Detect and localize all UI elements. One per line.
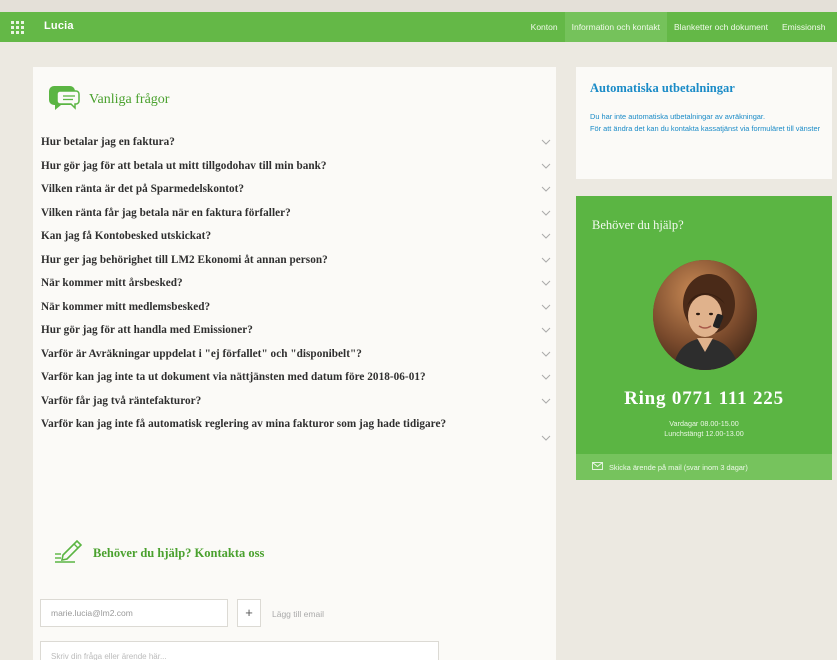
faq-title: Vanliga frågor (89, 92, 170, 107)
faq-question: Hur ger jag behörighet till LM2 Ekonomi … (41, 253, 328, 266)
faq-question: Varför kan jag inte ta ut dokument via n… (41, 371, 426, 383)
faq-question: Vilken ränta är det på Sparmedelskontot? (41, 183, 245, 195)
chevron-down-icon (541, 138, 551, 146)
nav-item-emissioner[interactable]: Emissionsh (775, 12, 837, 42)
chevron-down-icon (541, 326, 551, 334)
faq-question: Hur gör jag för att handla med Emissione… (41, 324, 253, 336)
avatar (653, 260, 757, 370)
chevron-down-icon (541, 162, 551, 170)
chevron-down-icon (541, 232, 551, 240)
send-mail-link[interactable]: Skicka ärende på mail (svar inom 3 dagar… (576, 454, 832, 480)
faq-item[interactable]: När kommer mitt medlemsbesked? (41, 298, 553, 322)
faq-question: När kommer mitt årsbesked? (41, 277, 183, 289)
chevron-down-icon (541, 397, 551, 405)
auto-payouts-line1: Du har inte automatiska utbetalningar av… (590, 112, 766, 121)
faq-question: Hur gör jag för att betala ut mitt tillg… (41, 159, 327, 172)
send-mail-label: Skicka ärende på mail (svar inom 3 dagar… (609, 462, 748, 472)
faq-item[interactable]: Hur ger jag behörighet till LM2 Ekonomi … (41, 251, 553, 275)
faq-question: Varför får jag två räntefakturor? (41, 394, 202, 407)
nav-item-konton[interactable]: Konton (524, 12, 565, 42)
faq-question: Varför är Avräkningar uppdelat i "ej för… (41, 347, 362, 360)
chevron-down-icon (541, 350, 551, 358)
grid-icon[interactable] (11, 21, 24, 34)
top-strip (0, 0, 837, 12)
faq-item[interactable]: Varför kan jag inte få automatisk regler… (41, 415, 553, 445)
add-email-link[interactable]: Lägg till email (272, 609, 324, 619)
nav-item-information[interactable]: Information och kontakt (564, 12, 667, 42)
chevron-down-icon (541, 256, 551, 264)
faq-item[interactable]: Hur gör jag för att betala ut mitt tillg… (41, 157, 553, 181)
top-navbar: Lucia Konton Information och kontakt Bla… (0, 12, 837, 42)
faq-question: Hur betalar jag en faktura? (41, 136, 175, 148)
auto-payouts-line2: För att ändra det kan du kontakta kassat… (590, 124, 821, 133)
pencil-icon (53, 537, 83, 570)
faq-question: Varför kan jag inte få automatisk regler… (41, 418, 447, 430)
chevron-down-icon (541, 279, 551, 287)
nav-menu: Konton Information och kontakt Blankette… (524, 12, 837, 42)
email-field[interactable]: marie.lucia@lm2.com (40, 599, 228, 627)
auto-payouts-title: Automatiska utbetalningar (590, 81, 735, 95)
question-textarea[interactable]: Skriv din fråga eller ärende här... (40, 641, 439, 660)
chevron-down-icon (541, 303, 551, 311)
faq-item[interactable]: Kan jag få Kontobesked utskickat? (41, 227, 553, 251)
contact-header: Behöver du hjälp? Kontakta oss (53, 537, 264, 569)
chevron-down-icon (541, 373, 551, 381)
brand-name[interactable]: Lucia (44, 20, 74, 32)
faq-question: Vilken ränta får jag betala när en faktu… (41, 206, 291, 219)
speech-bubble-icon (47, 83, 81, 118)
faq-item[interactable]: Varför är Avräkningar uppdelat i "ej för… (41, 345, 553, 369)
faq-item[interactable]: Vilken ränta får jag betala när en faktu… (41, 204, 553, 228)
faq-list: Hur betalar jag en faktura? Hur gör jag … (41, 133, 553, 445)
opening-hours: Vardagar 08.00-15.00 Lunchstängt 12.00-1… (576, 419, 832, 438)
envelope-icon (592, 462, 603, 472)
help-title: Behöver du hjälp? (592, 218, 684, 232)
help-card: Behöver du hjälp? Ring 0771 111 225 Vard (576, 196, 832, 480)
faq-item[interactable]: Varför kan jag inte ta ut dokument via n… (41, 368, 553, 392)
add-email-button[interactable]: + (237, 599, 261, 627)
phone-number[interactable]: Ring 0771 111 225 (576, 388, 832, 410)
faq-item[interactable]: Vilken ränta är det på Sparmedelskontot? (41, 180, 553, 204)
faq-header: Vanliga frågor (47, 83, 169, 117)
faq-item[interactable]: Hur gör jag för att handla med Emissione… (41, 321, 553, 345)
auto-payouts-card: Automatiska utbetalningar Du har inte au… (576, 67, 832, 179)
chevron-down-icon (541, 185, 551, 193)
faq-question: När kommer mitt medlemsbesked? (41, 300, 211, 313)
nav-item-blanketter[interactable]: Blanketter och dokument (667, 12, 775, 42)
hours-lunch: Lunchstängt 12.00-13.00 (664, 428, 744, 438)
faq-item[interactable]: Varför får jag två räntefakturor? (41, 392, 553, 416)
faq-card: Vanliga frågor Hur betalar jag en faktur… (33, 67, 556, 660)
auto-payouts-text: Du har inte automatiska utbetalningar av… (590, 111, 822, 135)
hours-weekdays: Vardagar 08.00-15.00 (669, 419, 739, 428)
chevron-down-icon (541, 434, 551, 442)
faq-item[interactable]: Hur betalar jag en faktura? (41, 133, 553, 157)
contact-title: Behöver du hjälp? Kontakta oss (93, 545, 265, 560)
chevron-down-icon (541, 209, 551, 217)
faq-question: Kan jag få Kontobesked utskickat? (41, 230, 212, 242)
faq-item[interactable]: När kommer mitt årsbesked? (41, 274, 553, 298)
